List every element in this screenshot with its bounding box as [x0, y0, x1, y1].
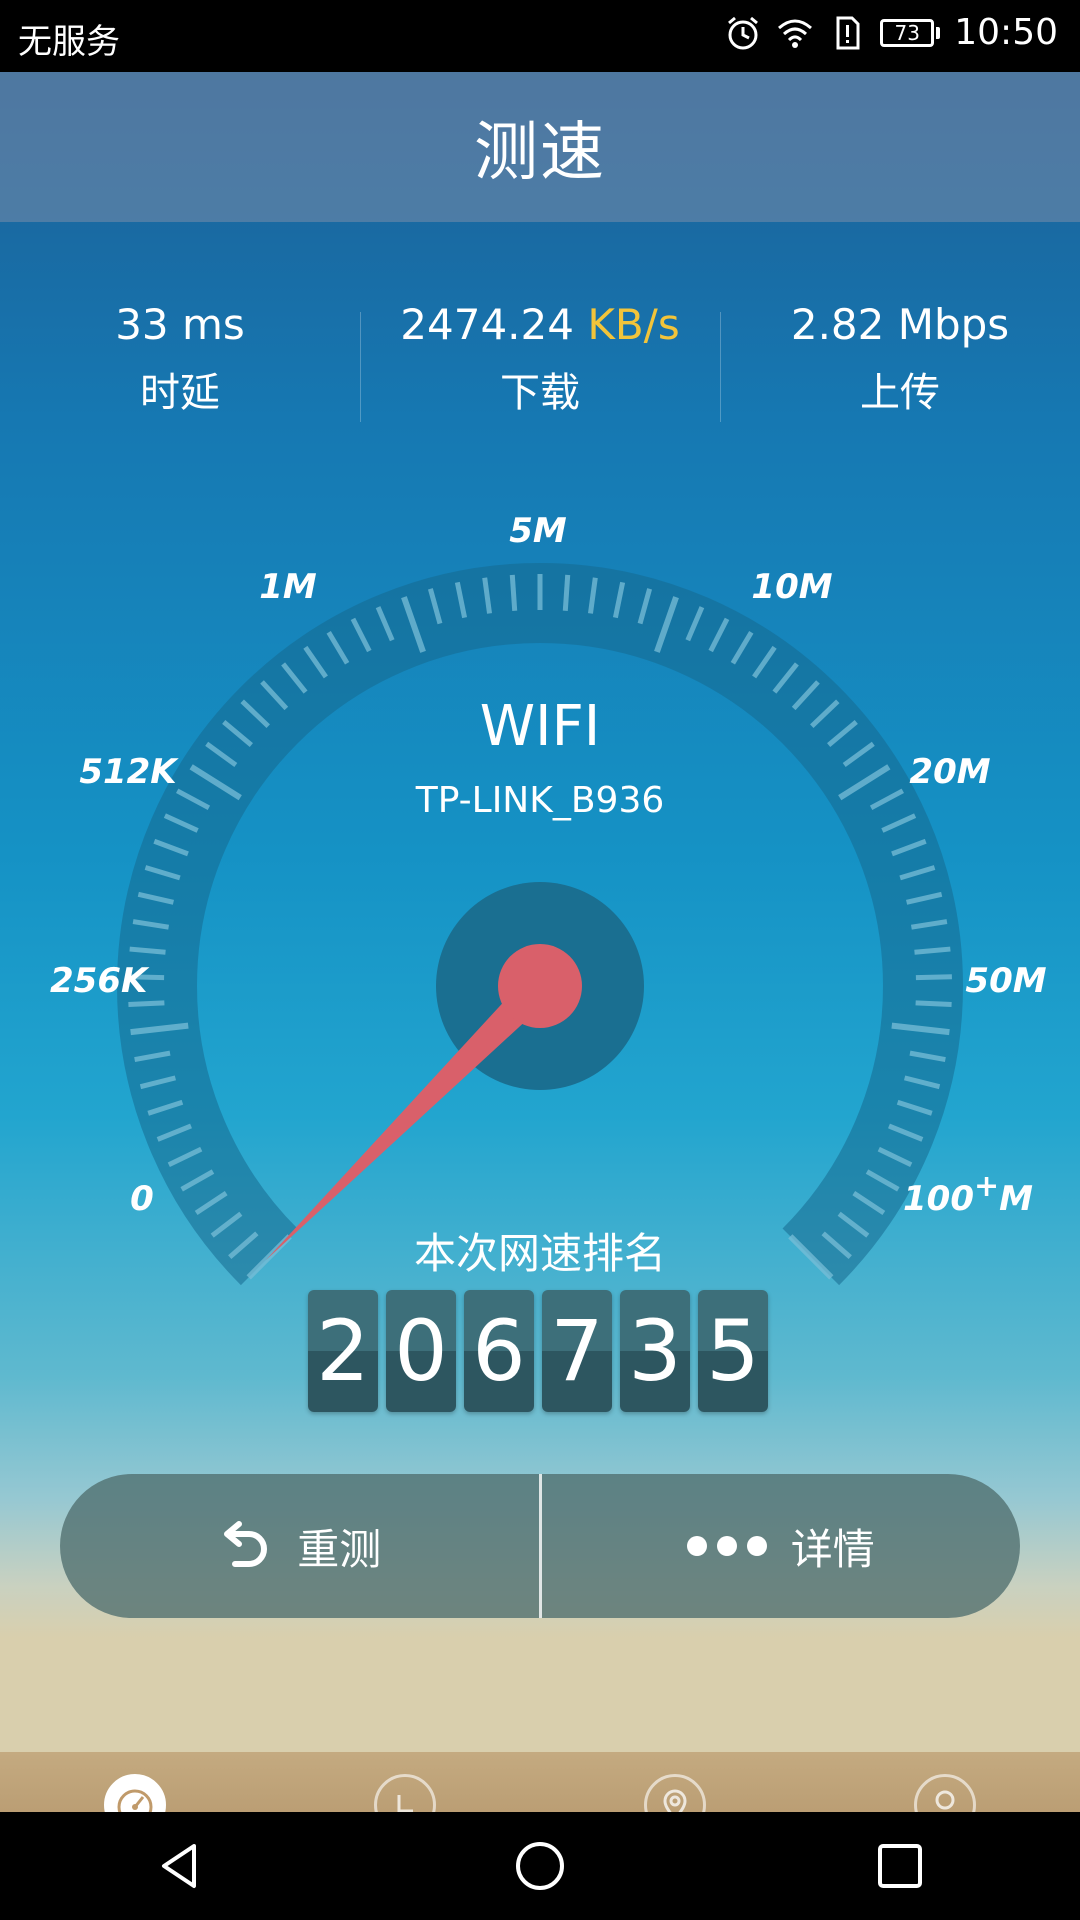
retest-label: 重测 — [297, 1524, 382, 1574]
gauge-tick — [128, 1000, 165, 1007]
ranking-label: 本次网速排名 — [413, 1229, 666, 1278]
scale-label-50m: 50M — [965, 961, 1046, 1001]
ranking-digit: 2 — [308, 1290, 378, 1412]
network-name: TP-LINK_B936 — [415, 780, 665, 821]
ranking-digit: 5 — [698, 1290, 768, 1412]
gauge-tick — [129, 946, 166, 955]
retest-button[interactable]: 重测 — [60, 1474, 539, 1618]
carrier-text: 无服务 — [18, 22, 120, 62]
sim-alert-icon — [836, 16, 860, 49]
gauge-tick — [915, 974, 952, 981]
wifi-icon — [778, 19, 813, 48]
speed-test-screen: 测速 33 ms 时延 2474.24 KB/s 下载 2.82 Mbps 上传… — [0, 72, 1080, 1882]
alarm-icon — [728, 16, 759, 49]
scale-label-0: 0 — [130, 1179, 154, 1219]
scale-label-5m: 5M — [509, 511, 567, 551]
back-icon — [162, 1844, 196, 1888]
gauge-tick — [915, 1000, 952, 1007]
gauge-needle — [265, 974, 552, 1261]
status-icons: 73 10:50 — [724, 12, 1058, 53]
battery-icon: 73 — [880, 18, 941, 47]
ranking-digit: 0 — [386, 1290, 456, 1412]
scale-label-10m: 10M — [751, 567, 832, 607]
ranking-digit: 7 — [542, 1290, 612, 1412]
action-buttons: 重测 详情 — [60, 1474, 1020, 1618]
details-label: 详情 — [790, 1524, 875, 1574]
ranking-digit: 6 — [464, 1290, 534, 1412]
undo-icon — [224, 1521, 268, 1567]
details-button[interactable]: 详情 — [538, 1474, 1021, 1618]
scale-max-unit: M — [999, 1179, 1033, 1219]
scale-max-value: 100 — [903, 1179, 974, 1219]
system-nav-bar — [0, 1812, 1080, 1920]
back-button[interactable] — [140, 1826, 220, 1906]
ranking-digit: 3 — [620, 1290, 690, 1412]
scale-max-plus: + — [974, 1169, 999, 1204]
status-bar: 无服务 73 10:50 — [0, 0, 1080, 72]
gauge-hub — [498, 944, 582, 1028]
home-icon — [516, 1842, 564, 1890]
ranking-counter: 2 0 6 7 3 5 — [308, 1290, 768, 1412]
more-dots-icon — [686, 1536, 767, 1556]
home-button[interactable] — [500, 1826, 580, 1906]
recents-icon — [878, 1844, 922, 1888]
scale-label-100m: 100+M — [903, 1169, 1033, 1219]
gauge-tick — [562, 574, 571, 612]
gauge-tick — [914, 946, 951, 955]
scale-label-1m: 1M — [259, 567, 317, 607]
gauge-tick — [509, 574, 518, 612]
recents-button[interactable] — [860, 1826, 940, 1906]
battery-level: 73 — [880, 18, 935, 47]
scale-label-256k: 256K — [50, 961, 150, 1001]
connection-type: WIFI — [479, 694, 601, 759]
clock-time: 10:50 — [954, 12, 1058, 53]
